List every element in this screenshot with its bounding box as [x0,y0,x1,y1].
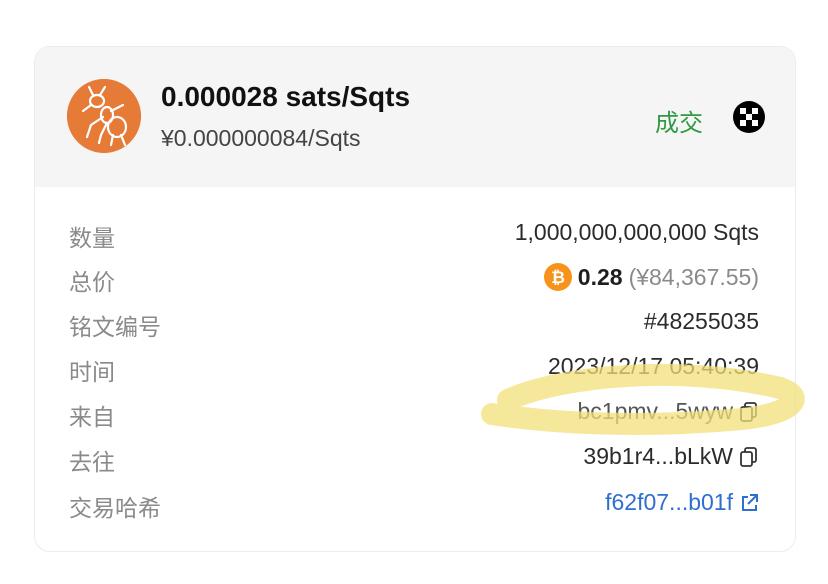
okx-logo-icon[interactable] [733,101,765,133]
tx-hash-label: 交易哈希 [69,495,161,521]
to-address: 39b1r4...bLkW [583,443,733,469]
svg-text:₿: ₿ [551,268,565,288]
row-inscription: 铭文编号 #48255035 [35,300,795,344]
to-label: 去往 [69,449,115,475]
row-from: 来自 bc1pmv...5wyw [35,390,795,434]
trade-card: 0.000028 sats/Sqts ¥0.000000084/Sqts 成交 … [34,46,796,552]
external-link-icon[interactable] [739,492,759,514]
total-btc: 0.28 [577,263,623,290]
row-total: 总价 ₿ 0.28 (¥84,367.55) [35,255,795,299]
time-label: 时间 [69,359,115,385]
tx-hash-value[interactable]: f62f07...b01f [605,489,759,516]
time-value: 2023/12/17 05:40:39 [548,353,759,380]
total-fiat: (¥84,367.55) [628,263,759,290]
copy-icon[interactable] [739,446,759,468]
from-value: bc1pmv...5wyw [577,398,759,425]
row-tx-hash: 交易哈希 f62f07...b01f [35,481,795,525]
quantity-value: 1,000,000,000,000 Sqts [515,219,759,246]
row-to: 去往 39b1r4...bLkW [35,435,795,479]
inscription-label: 铭文编号 [69,314,161,340]
quantity-text: 1,000,000,000,000 Sqts [514,219,759,245]
total-label: 总价 [69,269,115,295]
from-address: bc1pmv...5wyw [577,398,733,424]
row-time: 时间 2023/12/17 05:40:39 [35,345,795,389]
price-per-unit-sats: 0.000028 sats/Sqts [161,81,411,112]
status-badge: 成交 [655,110,703,137]
inscription-number: #48255035 [643,308,759,334]
row-quantity: 数量 1,000,000,000,000 Sqts [35,211,795,255]
inscription-value: #48255035 [644,308,759,335]
time-text: 2023/12/17 05:40:39 [547,353,759,379]
price-per-unit-cny: ¥0.000000084/Sqts [161,125,361,151]
total-value: ₿ 0.28 (¥84,367.55) [543,263,759,291]
ant-logo-icon [67,79,141,153]
card-header: 0.000028 sats/Sqts ¥0.000000084/Sqts 成交 [35,47,795,187]
from-label: 来自 [69,404,115,430]
copy-icon[interactable] [739,401,759,423]
quantity-label: 数量 [69,225,115,251]
bitcoin-icon: ₿ [543,263,572,291]
page: 0.000028 sats/Sqts ¥0.000000084/Sqts 成交 … [0,0,828,584]
to-value: 39b1r4...bLkW [583,443,759,470]
tx-hash-link[interactable]: f62f07...b01f [605,489,733,516]
